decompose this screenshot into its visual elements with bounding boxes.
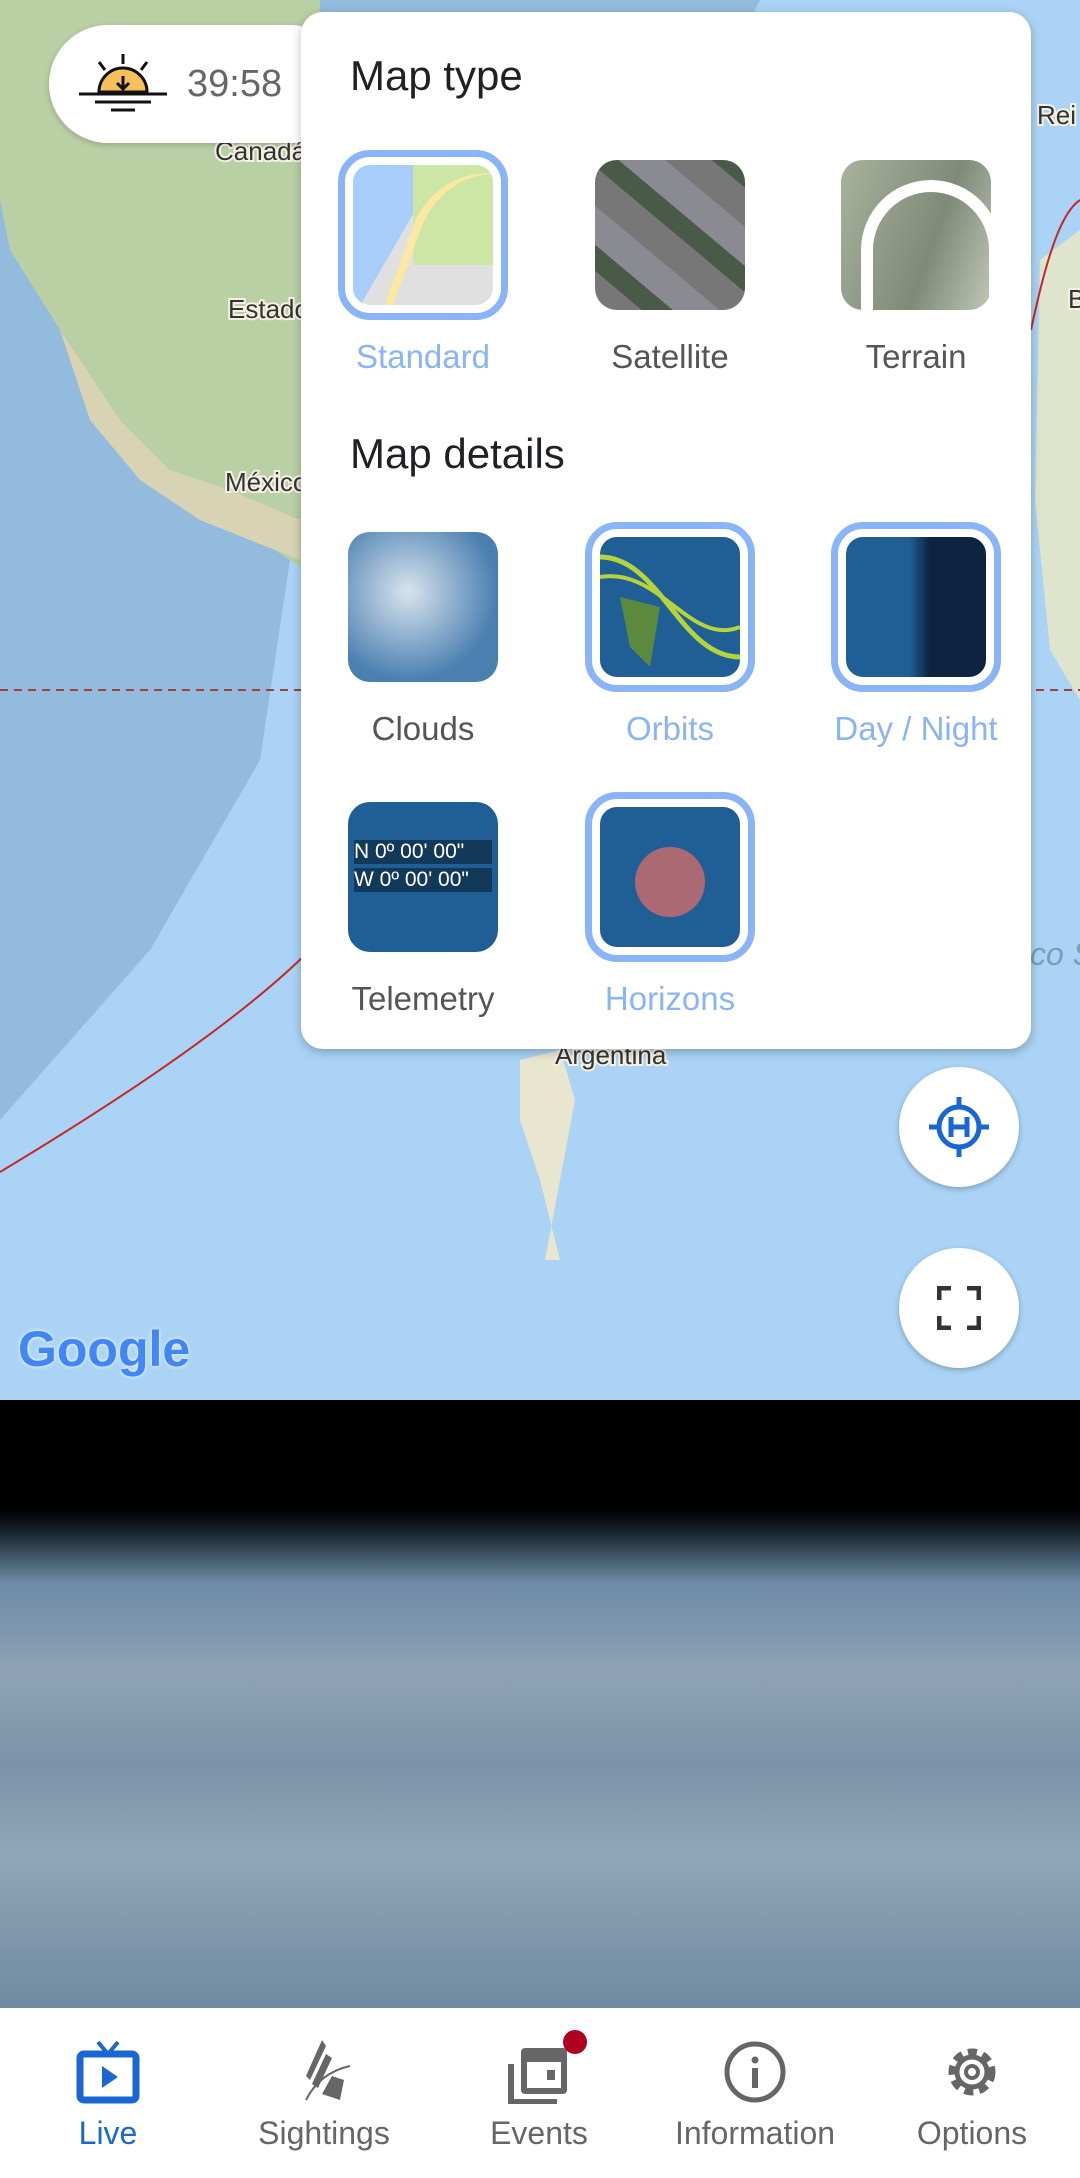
nav-information[interactable]: Information (655, 2008, 855, 2178)
nav-events[interactable]: Events (439, 2008, 639, 2178)
sunset-icon (79, 54, 167, 112)
map-detail-label: Orbits (625, 710, 714, 747)
countdown-time: 39:58 (187, 62, 283, 105)
nav-label: Information (674, 2115, 836, 2151)
map-details-title: Map details (350, 430, 565, 477)
map-label-ocean: co S (1030, 936, 1080, 972)
locate-station-button[interactable] (899, 1067, 1019, 1187)
day-night-thumbnail (831, 522, 1001, 692)
clouds-thumbnail (348, 532, 498, 682)
map-type-label: Terrain (865, 338, 967, 375)
google-logo: Google (18, 1321, 191, 1377)
map-detail-label: Clouds (371, 710, 475, 747)
nav-label: Sightings (258, 2115, 390, 2151)
map-detail-telemetry[interactable]: N 0º 00' 00" W 0º 00' 00" Telemetry (343, 802, 503, 1017)
live-tv-icon (76, 2040, 140, 2104)
map-detail-label: Day / Night (834, 710, 998, 747)
sightings-icon (305, 2040, 351, 2101)
telemetry-lon: W 0º 00' 00" (354, 868, 492, 892)
map-detail-clouds[interactable]: Clouds (343, 532, 503, 747)
gear-icon (948, 2048, 996, 2096)
map-label-b: B (1068, 284, 1080, 314)
nav-label: Options (916, 2115, 1028, 2151)
map-label-mexico: México (225, 467, 307, 497)
nav-live[interactable]: Live (8, 2008, 208, 2178)
map-detail-label: Telemetry (351, 980, 495, 1017)
orbits-thumbnail (585, 522, 755, 692)
satellite-thumbnail (595, 160, 745, 310)
map-type-standard[interactable]: Standard (338, 150, 508, 375)
live-video-feed[interactable] (0, 1400, 1080, 2008)
terrain-thumbnail (841, 160, 991, 310)
map-type-label: Standard (356, 338, 490, 375)
nav-sightings[interactable]: Sightings (224, 2008, 424, 2178)
bottom-navigation: Live Sightings Events Information Option… (0, 2008, 1080, 2178)
standard-thumbnail (338, 150, 508, 320)
events-calendar-icon (508, 2048, 567, 2104)
map-options-panel: Map type Standard Satellite Terrain Map … (301, 12, 1031, 1049)
horizons-thumbnail (585, 792, 755, 962)
events-badge (563, 2030, 587, 2054)
info-icon (724, 2041, 786, 2103)
map-type-label: Satellite (611, 338, 729, 375)
nav-options[interactable]: Options (872, 2008, 1072, 2178)
fullscreen-icon (937, 1286, 981, 1330)
map-type-satellite[interactable]: Satellite (590, 160, 750, 375)
map-detail-horizons[interactable]: Horizons (585, 792, 755, 1017)
nav-label: Events (490, 2115, 588, 2151)
telemetry-thumbnail: N 0º 00' 00" W 0º 00' 00" (348, 802, 498, 952)
fullscreen-button[interactable] (899, 1248, 1019, 1368)
map-label-rei: Rei (1037, 100, 1076, 130)
telemetry-lat: N 0º 00' 00" (354, 840, 492, 864)
locate-station-icon (929, 1097, 989, 1157)
map-detail-label: Horizons (604, 980, 736, 1017)
nav-label: Live (78, 2115, 138, 2151)
map-detail-orbits[interactable]: Orbits (585, 522, 755, 747)
map-detail-day-night[interactable]: Day / Night (831, 522, 1001, 747)
map-type-terrain[interactable]: Terrain (836, 160, 996, 375)
map-type-title: Map type (350, 52, 523, 99)
